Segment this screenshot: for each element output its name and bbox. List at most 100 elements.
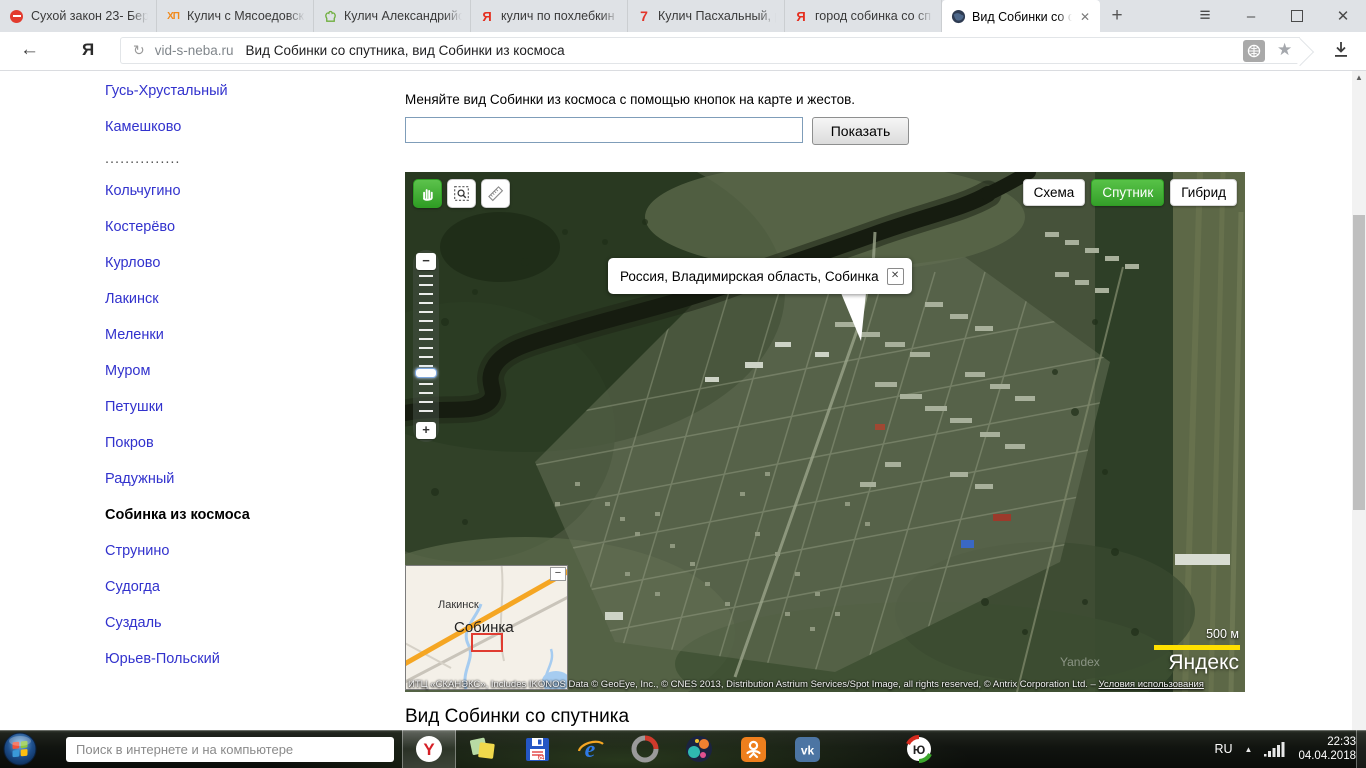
scrollbar-thumb[interactable]	[1353, 215, 1365, 510]
tab-4[interactable]: Я кулич по похлебкин	[471, 0, 628, 32]
url-field[interactable]: ↻ vid-s-neba.ru Вид Собинки со спутника,…	[120, 37, 1300, 64]
minimap-collapse-button[interactable]: −	[550, 567, 566, 581]
sidebar-link[interactable]: Покров	[105, 435, 154, 451]
tab-label: Кулич с Мясоедовск	[187, 9, 305, 23]
tab-label: Вид Собинки со с	[972, 10, 1072, 24]
sidebar-item[interactable]: Курлово	[105, 245, 250, 281]
svg-text:vk: vk	[800, 743, 814, 757]
tab-close-icon[interactable]: ✕	[1078, 10, 1092, 24]
pan-tool-button[interactable]	[413, 179, 442, 208]
tab-label: Сухой закон 23- Бер	[31, 9, 148, 23]
taskbar-internet-explorer[interactable]: e	[564, 730, 618, 768]
taskbar-yandex-browser[interactable]: Y	[402, 730, 456, 768]
sidebar-item[interactable]: Лакинск	[105, 281, 250, 317]
tab-7-active[interactable]: Вид Собинки со с ✕	[942, 0, 1100, 33]
sidebar-link[interactable]: Юрьев-Польский	[105, 651, 220, 667]
tray-expand-icon[interactable]: ▲	[1245, 745, 1253, 754]
tab-5[interactable]: 7 Кулич Пасхальный, р	[628, 0, 785, 32]
page-content: Гусь-Хрустальный Камешково .............…	[0, 70, 1366, 730]
tab-6[interactable]: Я город собинка со сп	[785, 0, 942, 32]
language-indicator[interactable]: RU	[1214, 742, 1232, 756]
taskbar-vkontakte[interactable]: vk	[780, 730, 834, 768]
balloon-tail	[835, 292, 871, 344]
layer-satellite-button[interactable]: Спутник	[1091, 179, 1164, 206]
layer-scheme-button[interactable]: Схема	[1023, 179, 1086, 206]
map-toolbar	[413, 179, 510, 208]
bookmark-star-icon[interactable]: ★	[1277, 40, 1292, 60]
tab-label: кулич по похлебкин	[501, 9, 619, 23]
new-tab-button[interactable]: +	[1100, 0, 1134, 32]
sidebar-link[interactable]: Лакинск	[105, 291, 159, 307]
taskbar-search-input[interactable]	[66, 737, 394, 762]
show-button[interactable]: Показать	[812, 117, 909, 145]
address-bar: ← Я ↻ vid-s-neba.ru Вид Собинки со спутн…	[0, 32, 1366, 71]
sidebar-link[interactable]: Муром	[105, 363, 150, 379]
taskbar-save-64[interactable]: 64	[510, 730, 564, 768]
sidebar-link[interactable]: Суздаль	[105, 615, 162, 631]
network-signal-icon[interactable]	[1264, 741, 1286, 757]
sidebar-link[interactable]: Костерёво	[105, 219, 175, 235]
sidebar-item[interactable]: Гусь-Хрустальный	[105, 73, 250, 109]
sidebar-item[interactable]: Камешково	[105, 109, 250, 145]
sidebar-link[interactable]: Меленки	[105, 327, 164, 343]
sidebar-item[interactable]: Суздаль	[105, 605, 250, 641]
zoom-scale-track[interactable]	[419, 275, 433, 419]
taskbar-clock[interactable]: 22:33 04.04.2018	[1298, 735, 1356, 763]
sidebar-item[interactable]: Кольчугино	[105, 173, 250, 209]
sidebar-item[interactable]: Покров	[105, 425, 250, 461]
taskbar-yu-app[interactable]: Ю	[892, 730, 946, 768]
satellite-map[interactable]: Схема Спутник Гибрид − + Россия, Владими…	[405, 172, 1245, 692]
taskbar-odnoklassniki[interactable]	[726, 730, 780, 768]
sidebar-link[interactable]: Курлово	[105, 255, 160, 271]
sidebar-item[interactable]: Муром	[105, 353, 250, 389]
sidebar-link[interactable]: Струнино	[105, 543, 169, 559]
sidebar-item[interactable]: Костерёво	[105, 209, 250, 245]
sidebar-link[interactable]: Камешково	[105, 119, 181, 135]
overview-minimap[interactable]: Лакинск Собинка −	[405, 565, 568, 690]
protect-globe-icon[interactable]	[1243, 40, 1265, 62]
sidebar-item[interactable]: Юрьев-Польский	[105, 641, 250, 677]
terms-of-use-link[interactable]: Условия использования	[1098, 679, 1203, 690]
sidebar-item[interactable]: Петушки	[105, 389, 250, 425]
taskbar-loader-ring[interactable]	[618, 730, 672, 768]
window-maximize-button[interactable]	[1274, 0, 1320, 32]
sidebar-item[interactable]: Струнино	[105, 533, 250, 569]
yandex-browser-icon: Y	[415, 735, 443, 763]
sidebar-item[interactable]: Радужный	[105, 461, 250, 497]
sidebar-item[interactable]: Меленки	[105, 317, 250, 353]
yandex-home-button[interactable]: Я	[82, 40, 94, 60]
window-minimize-button[interactable]: –	[1228, 0, 1274, 32]
sidebar-item[interactable]: Судогда	[105, 569, 250, 605]
sidebar-link[interactable]: Судогда	[105, 579, 160, 595]
zoom-slider-handle[interactable]	[415, 368, 437, 378]
tab-2[interactable]: ХП Кулич с Мясоедовск	[157, 0, 314, 32]
map-attribution: ИТЦ «СКАНЭКС», Includes IKONOS Data © Ge…	[405, 679, 1245, 690]
tab-1[interactable]: Сухой закон 23- Бер	[0, 0, 157, 32]
hp-icon: ХП	[165, 8, 181, 24]
sidebar-link[interactable]: Кольчугино	[105, 183, 181, 199]
taskbar-color-sphere[interactable]	[672, 730, 726, 768]
window-close-button[interactable]: ✕	[1320, 0, 1366, 32]
download-icon[interactable]	[1333, 41, 1349, 64]
zoom-in-button[interactable]: +	[416, 422, 436, 439]
back-button[interactable]: ←	[20, 39, 39, 61]
page-scrollbar[interactable]: ▲	[1352, 70, 1366, 730]
ruler-tool-button[interactable]	[481, 179, 510, 208]
refresh-icon[interactable]: ↻	[133, 43, 145, 59]
taskbar: Y 64 e vk Ю	[0, 730, 1366, 768]
sidebar-link[interactable]: Гусь-Хрустальный	[105, 83, 228, 99]
city-search-input[interactable]	[405, 117, 803, 143]
tab-3[interactable]: Кулич Александрийс	[314, 0, 471, 32]
scrollbar-up-arrow[interactable]: ▲	[1352, 73, 1366, 82]
internet-explorer-icon: e	[576, 735, 606, 763]
sidebar-link[interactable]: Петушки	[105, 399, 163, 415]
layer-hybrid-button[interactable]: Гибрид	[1170, 179, 1237, 206]
taskbar-sticky-notes[interactable]	[456, 730, 510, 768]
balloon-close-icon[interactable]: ✕	[887, 268, 904, 285]
zoom-out-button[interactable]: −	[416, 253, 436, 270]
start-button[interactable]	[3, 732, 37, 768]
sidebar-link[interactable]: Радужный	[105, 471, 174, 487]
zoom-select-tool-button[interactable]	[447, 179, 476, 208]
show-desktop-button[interactable]	[1356, 730, 1366, 768]
browser-menu-button[interactable]: ≡	[1182, 0, 1228, 32]
